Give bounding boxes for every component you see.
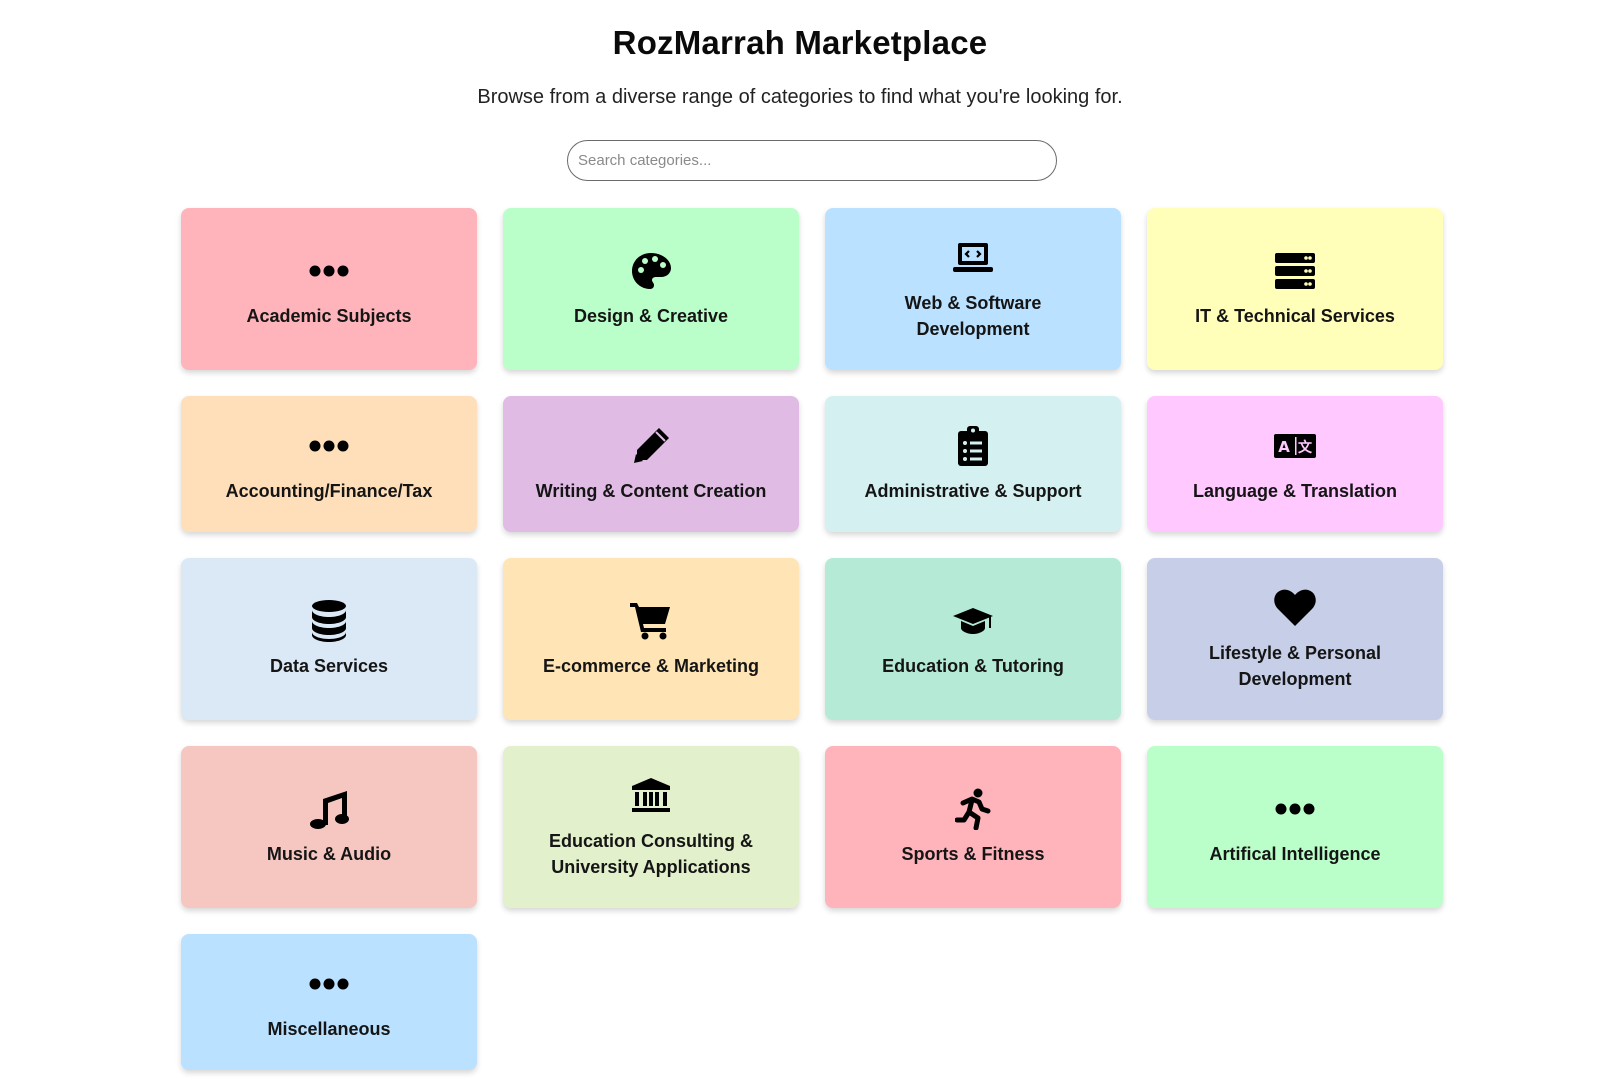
heart-icon bbox=[1274, 586, 1316, 630]
category-label: Education & Tutoring bbox=[882, 656, 1064, 676]
category-card-administrative-support[interactable]: Administrative & Support bbox=[825, 396, 1121, 532]
category-card-data-services[interactable]: Data Services bbox=[181, 558, 477, 720]
category-label: Education Consulting & University Applic… bbox=[549, 831, 753, 877]
search-input[interactable] bbox=[567, 140, 1057, 181]
category-label: Administrative & Support bbox=[864, 481, 1082, 501]
category-label: Academic Subjects bbox=[246, 306, 412, 326]
category-card-language-translation[interactable]: A 文 Language & Translation bbox=[1147, 396, 1443, 532]
category-grid: Academic Subjects Design & Creative Web & … bbox=[181, 208, 1445, 1070]
category-card-web-software-development[interactable]: Web & Software Development bbox=[825, 208, 1121, 370]
laptop-code-icon bbox=[952, 236, 994, 280]
ellipsis-icon bbox=[309, 249, 349, 293]
category-card-sports-fitness[interactable]: Sports & Fitness bbox=[825, 746, 1121, 908]
category-label: Language & Translation bbox=[1192, 481, 1398, 501]
music-icon bbox=[309, 787, 349, 831]
category-label: Miscellaneous bbox=[267, 1019, 391, 1039]
graduation-cap-icon bbox=[952, 599, 994, 643]
category-label: Sports & Fitness bbox=[901, 844, 1045, 864]
category-card-design-creative[interactable]: Design & Creative bbox=[503, 208, 799, 370]
shopping-cart-icon bbox=[630, 599, 672, 643]
ellipsis-icon bbox=[309, 962, 349, 1006]
language-icon: A文 bbox=[1274, 424, 1316, 468]
svg-text:文: 文 bbox=[1298, 439, 1313, 456]
clipboard-list-icon bbox=[957, 424, 989, 468]
category-label: E-commerce & Marketing bbox=[542, 656, 760, 676]
svg-text:A: A bbox=[1278, 438, 1290, 456]
category-label: Web & Software Development bbox=[904, 293, 1042, 339]
page-subtitle: Browse from a diverse range of categorie… bbox=[477, 86, 1123, 108]
server-icon bbox=[1275, 249, 1315, 293]
palette-icon bbox=[630, 249, 672, 293]
page: RozMarrah Marketplace Browse from a dive… bbox=[0, 0, 1600, 1090]
database-icon bbox=[311, 599, 347, 643]
category-card-education-consulting-university-applications[interactable]: Education Consulting & University Applic… bbox=[503, 746, 799, 908]
category-label: Artifical Intelligence bbox=[1209, 844, 1381, 864]
category-label: IT & Technical Services bbox=[1195, 306, 1395, 326]
ellipsis-icon bbox=[309, 424, 349, 468]
category-card-accounting-finance-tax[interactable]: Accounting/Finance/Tax bbox=[181, 396, 477, 532]
category-card-miscellaneous[interactable]: Miscellaneous bbox=[181, 934, 477, 1070]
category-label: Design & Creative bbox=[573, 306, 729, 326]
category-card-education-tutoring[interactable]: Education & Tutoring bbox=[825, 558, 1121, 720]
category-card-it-technical-services[interactable]: IT & Technical Services bbox=[1147, 208, 1443, 370]
category-card-academic-subjects[interactable]: Academic Subjects bbox=[181, 208, 477, 370]
category-label: Music & Audio bbox=[266, 844, 392, 864]
category-card-artifical-intelligence[interactable]: Artifical Intelligence bbox=[1147, 746, 1443, 908]
running-icon bbox=[955, 787, 991, 831]
category-card-e-commerce-marketing[interactable]: E-commerce & Marketing bbox=[503, 558, 799, 720]
category-card-music-audio[interactable]: Music & Audio bbox=[181, 746, 477, 908]
category-card-lifestyle-personal-development[interactable]: Lifestyle & Personal Development bbox=[1147, 558, 1443, 720]
ellipsis-icon bbox=[1275, 787, 1315, 831]
category-label: Accounting/Finance/Tax bbox=[225, 481, 433, 501]
category-label: Data Services bbox=[269, 656, 389, 676]
category-label: Lifestyle & Personal Development bbox=[1208, 643, 1382, 689]
pencil-icon bbox=[631, 424, 671, 468]
page-title: RozMarrah Marketplace bbox=[612, 24, 988, 61]
landmark-icon bbox=[631, 774, 671, 818]
category-card-writing-content-creation[interactable]: Writing & Content Creation bbox=[503, 396, 799, 532]
category-label: Writing & Content Creation bbox=[535, 481, 767, 501]
